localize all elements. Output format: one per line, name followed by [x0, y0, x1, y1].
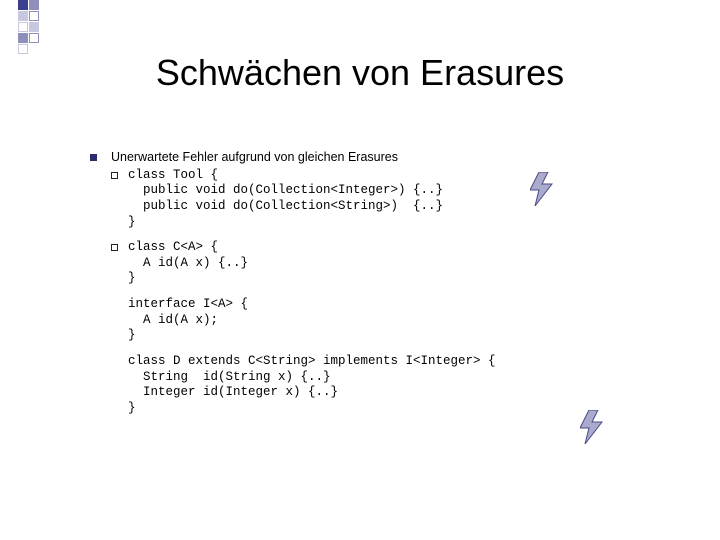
bullet-text: Unerwartete Fehler aufgrund von gleichen…	[111, 150, 398, 166]
bullet-open-icon	[111, 244, 118, 251]
slide-content: Unerwartete Fehler aufgrund von gleichen…	[90, 150, 690, 426]
lightning-icon	[580, 410, 604, 444]
lightning-icon	[530, 172, 554, 206]
bullet-open-icon	[111, 172, 118, 179]
code-block-2: class C<A> { A id(A x) {..} }	[128, 240, 248, 287]
slide-title: Schwächen von Erasures	[0, 52, 720, 94]
code-block-3: interface I<A> { A id(A x); }	[128, 297, 690, 344]
bullet-square-icon	[90, 154, 97, 161]
code-block-1: class Tool { public void do(Collection<I…	[128, 168, 443, 231]
code-block-4: class D extends C<String> implements I<I…	[128, 354, 690, 417]
